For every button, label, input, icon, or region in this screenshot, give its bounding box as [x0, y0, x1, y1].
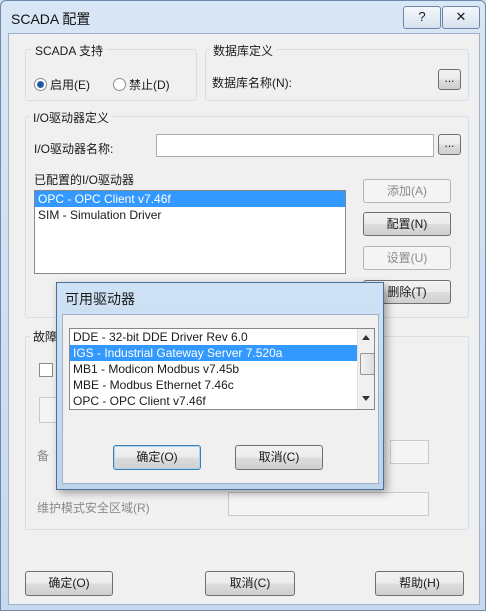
enable-radio[interactable]: 启用(E) [34, 76, 90, 93]
maintenance-zone-label: 维护模式安全区域(R) [37, 501, 150, 515]
backup-input[interactable] [390, 440, 429, 464]
available-drivers-list[interactable]: DDE - 32-bit DDE Driver Rev 6.0 IGS - In… [69, 328, 375, 410]
disable-radio-icon [113, 78, 126, 91]
list-item[interactable]: OPC - OPC Client v7.46f [70, 393, 374, 409]
list-item[interactable]: OPC - OPC Client v7.46f [35, 191, 345, 207]
configured-drivers-list[interactable]: OPC - OPC Client v7.46f SIM - Simulation… [34, 190, 346, 274]
drivers-scrollbar[interactable] [357, 329, 374, 409]
failover-checkbox[interactable] [39, 363, 53, 377]
scada-support-label: SCADA 支持 [32, 42, 107, 59]
help-caption-button[interactable]: ? [403, 6, 441, 29]
available-drivers-dialog: 可用驱动器 DDE - 32-bit DDE Driver Rev 6.0 IG… [56, 282, 384, 490]
setup-button[interactable]: 设置(U) [363, 246, 451, 270]
backup-label: 备 [37, 449, 50, 463]
configured-drivers-label: 已配置的I/O驱动器 [34, 173, 135, 187]
window-title: SCADA 配置 [11, 11, 91, 27]
scroll-down-icon[interactable] [362, 396, 370, 401]
list-item[interactable]: DDE - 32-bit DDE Driver Rev 6.0 [70, 329, 374, 345]
list-item[interactable]: MBE - Modbus Ethernet 7.46c [70, 377, 374, 393]
available-drivers-client: DDE - 32-bit DDE Driver Rev 6.0 IGS - In… [62, 314, 379, 484]
available-drivers-title: 可用驱动器 [65, 291, 135, 307]
io-driver-group-label: I/O驱动器定义 [30, 109, 113, 126]
configure-button[interactable]: 配置(N) [363, 212, 451, 236]
list-item[interactable]: SIM - Simulation Driver [35, 207, 345, 223]
disable-radio-label: 禁止(D) [129, 78, 170, 92]
database-name-label: 数据库名称(N): [212, 76, 292, 90]
add-button[interactable]: 添加(A) [363, 179, 451, 203]
io-driver-browse-button[interactable]: ... [438, 134, 461, 155]
dialog-ok-button[interactable]: 确定(O) [113, 445, 201, 470]
list-item[interactable]: IGS - Industrial Gateway Server 7.520a [70, 345, 374, 361]
list-item[interactable]: MB1 - Modicon Modbus v7.45b [70, 361, 374, 377]
io-driver-name-label: I/O驱动器名称: [34, 142, 114, 156]
maintenance-zone-input[interactable] [228, 492, 429, 516]
database-browse-button[interactable]: ... [438, 69, 461, 90]
database-group-label: 数据库定义 [210, 42, 277, 59]
enable-radio-icon [34, 78, 47, 91]
io-driver-name-input[interactable] [156, 134, 434, 157]
title-bar: SCADA 配置 ? ✕ [1, 1, 485, 35]
dialog-cancel-button[interactable]: 取消(C) [235, 445, 323, 470]
enable-radio-label: 启用(E) [50, 78, 90, 92]
cancel-button[interactable]: 取消(C) [205, 571, 295, 596]
help-button[interactable]: 帮助(H) [375, 571, 464, 596]
disable-radio[interactable]: 禁止(D) [113, 76, 170, 93]
scroll-thumb[interactable] [360, 353, 374, 375]
scroll-up-icon[interactable] [362, 335, 370, 340]
ok-button[interactable]: 确定(O) [25, 571, 113, 596]
close-caption-button[interactable]: ✕ [442, 6, 480, 29]
